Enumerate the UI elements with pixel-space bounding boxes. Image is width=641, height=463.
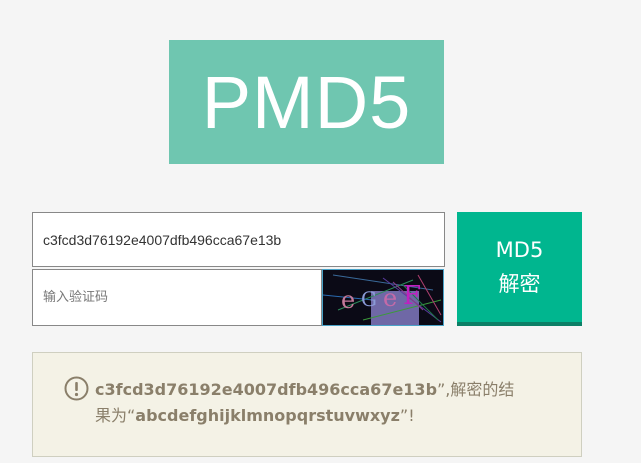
captcha-letter: e <box>341 286 355 314</box>
decrypt-button[interactable]: MD5 解密 <box>457 212 582 326</box>
result-tail: ”! <box>399 406 415 425</box>
captcha-image[interactable]: e G e F <box>322 269 444 326</box>
result-hash: c3fcd3d76192e4007dfb496cca67e13b <box>95 380 438 399</box>
decrypt-button-label-2: 解密 <box>498 272 541 296</box>
result-message: c3fcd3d76192e4007dfb496cca67e13b”,解密的结果为… <box>95 377 525 429</box>
hash-input[interactable] <box>32 212 445 267</box>
result-plaintext: abcdefghijklmnopqrstuvwxyz <box>135 406 400 425</box>
decrypt-button-label-1: MD5 <box>495 238 544 262</box>
captcha-letter: F <box>403 281 421 311</box>
result-panel: c3fcd3d76192e4007dfb496cca67e13b”,解密的结果为… <box>32 352 582 457</box>
logo: PMD5 <box>169 40 444 164</box>
captcha-noise: e G e F <box>323 274 442 325</box>
exclamation-circle-icon <box>64 376 89 401</box>
captcha-letter: G <box>361 287 377 311</box>
captcha-input[interactable] <box>32 269 322 326</box>
captcha-letter: e <box>383 284 397 312</box>
